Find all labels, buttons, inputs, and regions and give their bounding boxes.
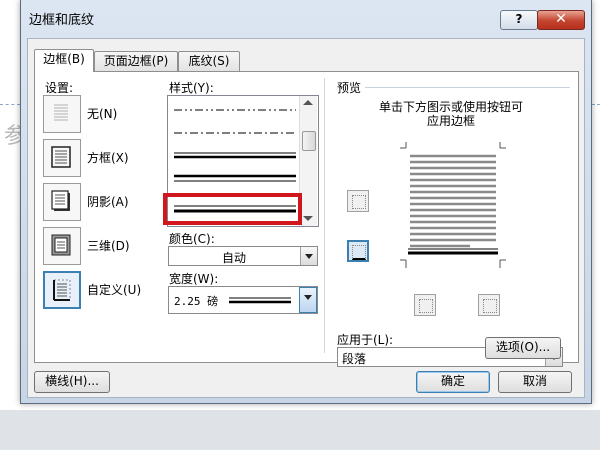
color-label: 颜色(C):	[169, 232, 215, 246]
preset-box-label: 方框(X)	[87, 151, 129, 165]
style-option-dash-dot-dot[interactable]	[174, 106, 296, 114]
tab-shading[interactable]: 底纹(S)	[178, 51, 240, 71]
preset-none-button[interactable]	[43, 95, 81, 133]
tab-page-border[interactable]: 页面边框(P)	[94, 51, 178, 71]
preview-label: 预览	[337, 81, 362, 95]
title-bar[interactable]: 边框和底纹 ? ✕	[21, 0, 591, 32]
column-divider	[324, 78, 325, 353]
preset-shadow-label: 阴影(A)	[87, 195, 129, 209]
left-border-icon	[419, 299, 433, 313]
border-box-icon	[51, 146, 71, 168]
color-select[interactable]: 自动	[168, 246, 318, 266]
cancel-button[interactable]: 取消	[498, 371, 572, 393]
preset-3d-label: 三维(D)	[87, 239, 130, 253]
preset-none-label: 无(N)	[87, 107, 118, 121]
options-button[interactable]: 选项(O)...	[485, 337, 561, 359]
dialog-title: 边框和底纹	[29, 13, 95, 28]
close-button[interactable]: ✕	[537, 10, 585, 30]
color-value: 自动	[221, 251, 246, 265]
preset-box-button[interactable]	[43, 139, 81, 177]
preset-shadow-button[interactable]	[43, 183, 81, 221]
right-border-icon	[483, 299, 497, 313]
style-option-thick-thin[interactable]	[174, 173, 296, 183]
document-margin-guide	[0, 104, 20, 105]
top-border-icon	[352, 195, 366, 209]
width-line-sample	[229, 297, 291, 304]
preset-custom-label: 自定义(U)	[87, 283, 142, 297]
style-label: 样式(Y):	[169, 81, 214, 95]
style-option-thin-thick[interactable]	[174, 151, 296, 161]
border-custom-icon	[53, 279, 71, 301]
border-none-icon	[54, 104, 68, 121]
bottom-border-button[interactable]	[347, 240, 369, 262]
border-3d-icon	[51, 234, 71, 256]
scroll-thumb[interactable]	[302, 131, 316, 151]
left-border-button[interactable]	[414, 294, 436, 316]
right-border-button[interactable]	[478, 294, 500, 316]
top-border-button[interactable]	[347, 190, 369, 212]
horizontal-line-button[interactable]: 横线(H)...	[34, 371, 110, 393]
selected-style-highlight	[163, 193, 302, 225]
bottom-border-icon	[352, 245, 366, 260]
tab-borders[interactable]: 边框(B)	[34, 49, 94, 72]
scroll-down-arrow-icon[interactable]	[303, 216, 313, 221]
width-dropdown-icon[interactable]	[299, 287, 317, 313]
preview-rule	[365, 87, 570, 88]
borders-shading-dialog: 边框和底纹 ? ✕ 边框(B) 页面边框(P) 底纹(S) 设置: 无(N) 方…	[20, 0, 592, 404]
preview-hint-line2: 应用边框	[426, 114, 475, 128]
borders-tab-panel: 设置: 无(N) 方框(X) 阴影(A) 三维(D) 自定义(U) 样式(Y):…	[34, 71, 579, 367]
dialog-body: 边框(B) 页面边框(P) 底纹(S) 设置: 无(N) 方框(X) 阴影(A)…	[27, 38, 585, 398]
ok-button[interactable]: 确定	[416, 371, 490, 393]
width-label: 宽度(W):	[169, 272, 219, 286]
document-lower-area	[0, 410, 600, 450]
apply-to-value: 段落	[342, 352, 367, 366]
apply-to-label: 应用于(L):	[337, 333, 394, 347]
style-option-dash-dot[interactable]	[174, 129, 296, 137]
setting-label: 设置:	[45, 81, 74, 95]
help-button[interactable]: ?	[500, 10, 538, 30]
preset-custom-button[interactable]	[43, 271, 81, 309]
width-select[interactable]: 2.25 磅	[168, 286, 318, 314]
scroll-up-arrow-icon[interactable]	[303, 100, 313, 105]
border-shadow-icon	[51, 190, 70, 211]
color-dropdown-icon[interactable]	[300, 247, 317, 265]
width-value: 2.25 磅	[174, 295, 219, 308]
border-preview-diagram[interactable]	[400, 142, 506, 272]
preset-3d-button[interactable]	[43, 227, 81, 265]
